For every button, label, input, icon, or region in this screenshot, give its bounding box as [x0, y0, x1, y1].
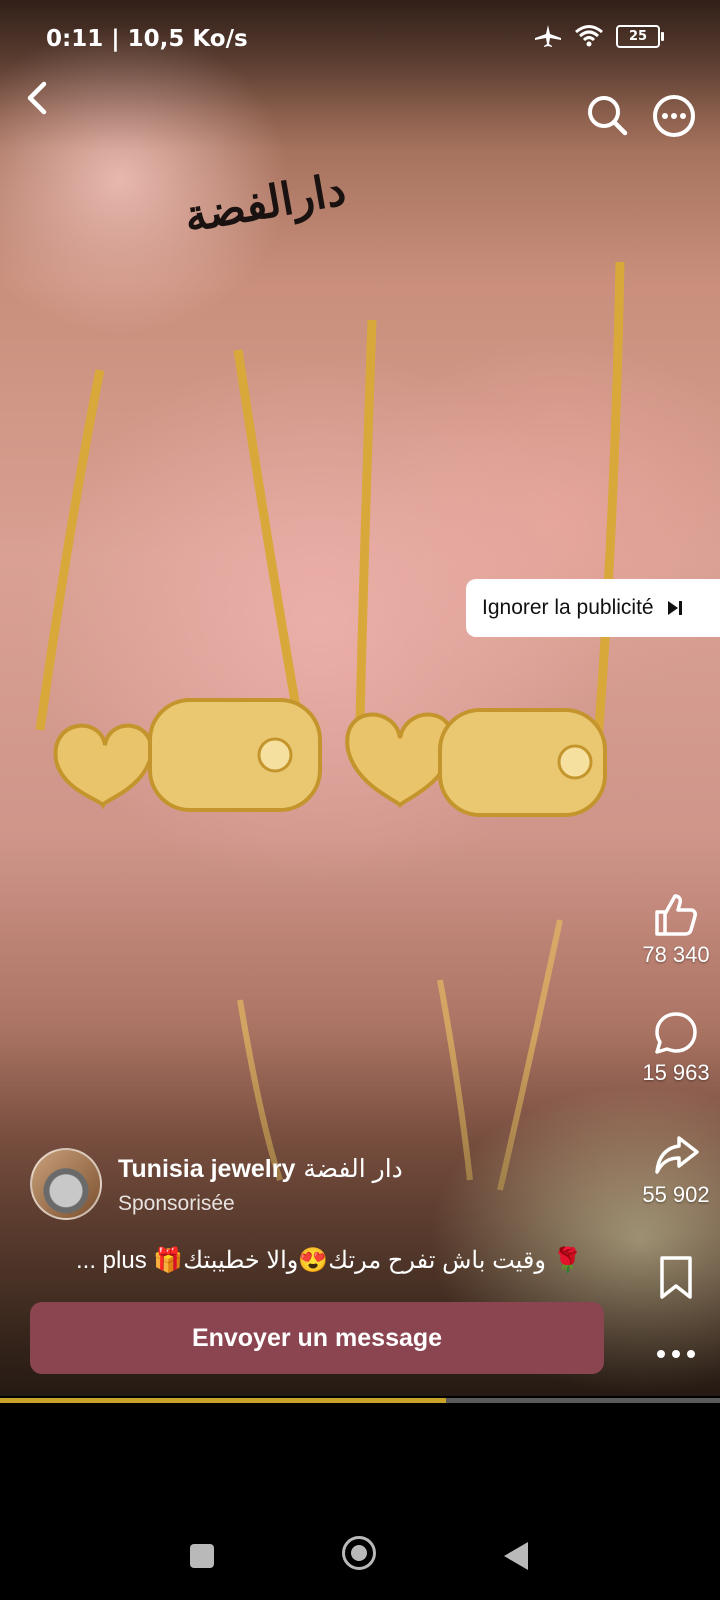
bookmark-icon[interactable] [653, 1254, 699, 1300]
more-horizontal-icon[interactable] [653, 1346, 699, 1362]
page-name-latin: Tunisia jewelry [118, 1155, 296, 1183]
reel-video[interactable]: دارالفضة [0, 0, 720, 1396]
share-icon[interactable] [653, 1132, 699, 1178]
status-icons: 25 [534, 24, 664, 48]
comment-action[interactable]: 15 963 [626, 1010, 720, 1086]
search-icon[interactable] [586, 94, 628, 136]
battery-level: 25 [628, 28, 648, 44]
caption-text: 🎁وقيت باش تفرح مرتك😍والا خطيبتك 🌹 [153, 1247, 583, 1274]
status-bar: 0:11 | 10,5 Ko/s 25 [0, 0, 720, 80]
battery-icon: 25 [616, 24, 664, 48]
post-caption[interactable]: ... plus 🎁وقيت باش تفرح مرتك😍والا خطيبتك… [76, 1246, 583, 1275]
share-action[interactable]: 55 902 [626, 1132, 720, 1208]
video-progress-bar[interactable] [0, 1398, 720, 1403]
skip-ad-label: Ignorer la publicité [482, 596, 654, 619]
system-back-icon[interactable] [504, 1542, 528, 1570]
airplane-icon [535, 25, 561, 47]
page-avatar[interactable] [30, 1148, 102, 1220]
comment-count: 15 963 [642, 1060, 710, 1085]
sponsored-label: Sponsorisée [118, 1192, 235, 1215]
wifi-icon [575, 25, 603, 47]
save-action[interactable] [626, 1254, 720, 1300]
home-icon[interactable] [342, 1536, 376, 1570]
recent-apps-icon[interactable] [190, 1544, 214, 1568]
skip-next-icon [667, 601, 682, 615]
like-count: 78 340 [642, 942, 710, 967]
like-icon[interactable] [653, 892, 699, 938]
more-actions[interactable] [626, 1346, 720, 1362]
video-progress-fill [0, 1398, 447, 1403]
status-time: 0:11 | 10,5 Ko/s [46, 26, 248, 52]
like-action[interactable]: 78 340 [626, 892, 720, 968]
skip-ad-button[interactable]: Ignorer la publicité [466, 579, 720, 637]
page-name-arabic: دار الفضة [303, 1155, 403, 1183]
see-more-link[interactable]: ... plus [76, 1247, 147, 1274]
back-arrow-icon[interactable] [16, 76, 60, 120]
page-name[interactable]: Tunisia jewelry دار الفضة [118, 1154, 403, 1184]
share-count: 55 902 [642, 1182, 710, 1207]
system-nav-bar [0, 1500, 720, 1600]
send-message-button[interactable]: Envoyer un message [30, 1302, 604, 1374]
more-options-icon[interactable] [652, 94, 696, 138]
comment-icon[interactable] [653, 1010, 699, 1056]
